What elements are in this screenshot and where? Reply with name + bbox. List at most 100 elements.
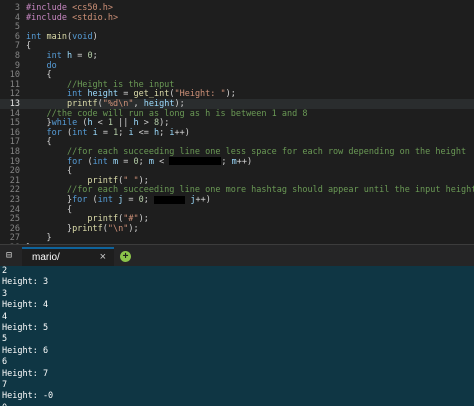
code-token: do [46,60,57,71]
terminal-line: 6 [2,357,8,368]
code-token: for [66,156,88,167]
code-line[interactable]: 14 //the code will run as long as h is b… [0,109,474,119]
code-token: { [26,137,52,148]
code-token: } [26,233,52,244]
code-token: "Height: " [174,89,226,100]
code-token: ); [138,175,149,186]
code-line[interactable]: 4 #include <stdio.h> [0,13,474,23]
code-line[interactable]: 3 #include <cs50.h> [0,3,474,13]
code-token: //for each succeeding line one less spac… [66,147,467,157]
code-token: #include [26,3,73,13]
code-token: } [26,118,52,129]
line-number: 5 [14,22,20,33]
terminal-icon[interactable]: ⊟ [6,250,18,261]
code-token: ; [92,51,98,61]
code-line[interactable]: 10 { [0,70,474,80]
close-icon[interactable]: × [100,251,106,263]
add-terminal-button[interactable]: + [120,251,131,262]
code-line[interactable]: 20 { [0,166,474,176]
code-token: int [46,51,67,61]
line-number: 25 [9,214,20,225]
code-text: }for (int j = 0; j++) [26,195,211,205]
line-number: 4 [14,12,20,23]
code-line[interactable]: 17 { [0,137,474,147]
line-number: 24 [9,204,20,215]
code-token: int [26,31,47,42]
code-text: #include <cs50.h> [26,3,113,13]
code-text: int h = 0; [26,51,98,61]
code-text: int height = get_int("Height: "); [26,89,236,99]
code-line[interactable]: 16 for (int i = 1; i <= h; i++) [0,128,474,138]
code-line[interactable]: 19 for (int m = 0; m < ; m++) [0,157,474,167]
code-token: < [154,156,170,167]
code-token: ); [128,223,139,234]
line-number: 17 [9,137,20,148]
line-number: 3 [14,3,20,13]
code-line[interactable]: 11 //Height is the input [0,80,474,90]
code-token: int [72,127,93,138]
code-line[interactable]: 13 printf("%d\n", height); [0,99,474,109]
code-line[interactable]: 24 { [0,205,474,215]
code-token: main [46,31,67,42]
code-token: } [26,195,73,205]
code-text: printf("%d\n", height); [26,99,185,109]
code-text: { [26,70,51,80]
code-token: printf [87,214,119,225]
code-line[interactable]: 9 do [0,61,474,71]
code-text: int main(void) [26,32,98,42]
code-text: //for each succeeding line one more hash… [26,185,474,195]
code-line[interactable]: 21 printf(" "); [0,176,474,186]
code-token: "#" [123,214,139,225]
code-token: get_int [133,89,170,100]
code-line[interactable]: 25 printf("#"); [0,214,474,224]
line-number: 19 [9,156,20,167]
code-line[interactable]: 15 }while (h < 1 || h > 8); [0,118,474,128]
terminal-line: Height: 4 [2,300,49,311]
code-line[interactable]: 6 int main(void) [0,32,474,42]
code-text: { [26,41,31,51]
line-number: 11 [9,79,20,90]
code-token: //Height is the input [66,79,175,90]
terminal-line: 4 [2,311,8,322]
code-token: ) [92,31,98,42]
code-line[interactable]: 27 } [0,233,474,243]
code-line[interactable]: 12 int height = get_int("Height: "); [0,89,474,99]
code-token: { [26,204,73,215]
code-editor[interactable]: 3 #include <cs50.h> 4 #include <stdio.h> 5 6 i… [0,0,474,244]
code-token: || [113,118,134,129]
code-token: int [92,156,114,167]
code-line[interactable]: 5 [0,22,474,32]
code-line[interactable]: 8 int h = 0; [0,51,474,61]
code-text: //the code will run as long as h is betw… [26,109,307,119]
code-token: for [72,195,93,205]
code-line[interactable]: 26 }printf("\n"); [0,224,474,234]
redacted-block [169,157,222,166]
line-number: 12 [9,89,20,100]
terminal-line: 7 [2,379,8,390]
code-token: printf [66,99,98,109]
code-token: ; [143,195,155,205]
code-token: ); [138,214,149,225]
tab-mario[interactable]: mario/ × [22,247,114,268]
code-line[interactable]: 18 //for each succeeding line one less s… [0,147,474,157]
code-token: ++) [236,156,253,167]
code-line[interactable]: 23 }for (int j = 0; j++) [0,195,474,205]
line-number: 21 [9,175,20,186]
code-token: "%d\n" [102,99,134,109]
code-line[interactable]: 22 //for each succeeding line one more h… [0,185,474,195]
code-token: ; [221,156,232,167]
terminal-output[interactable]: 2 Height: 3 3 Height: 4 4 Height: 5 5 Height: 6… [0,266,474,406]
code-token: ++) [195,195,211,205]
code-line[interactable]: 7{ [0,41,474,51]
code-text: //for each succeeding line one less spac… [26,147,466,157]
code-token: height [143,99,175,109]
terminal-line: Height: 7 [2,368,49,379]
code-token: ; [138,156,149,167]
line-number: 6 [14,31,20,42]
